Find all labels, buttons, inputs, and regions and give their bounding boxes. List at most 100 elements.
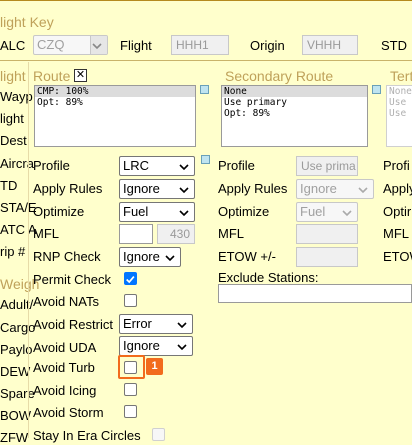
avoid-restrict-value: Error	[123, 316, 152, 331]
exclude-stations-label: Exclude Stations:	[218, 270, 319, 285]
etow-label: ETOW +/-	[218, 249, 276, 264]
weight-label-1: Cargo	[0, 320, 36, 335]
route-option[interactable]: Opt: 89%	[35, 97, 195, 108]
secondary-route-section-title: Secondary Route	[225, 68, 334, 84]
top-border	[0, 0, 412, 1]
avoid-storm-label: Avoid Storm	[33, 405, 104, 420]
avoid-icing-checkbox[interactable]	[124, 383, 137, 396]
tertiary-route-option[interactable]: None	[387, 86, 412, 97]
stay-era-circles-label: Stay In Era Circles	[33, 428, 141, 443]
chevron-down-icon	[358, 187, 368, 194]
left-strip-separator	[28, 62, 29, 438]
secondary-route-expand-icon[interactable]	[372, 85, 381, 94]
tertiary-optimize-label: Optir	[383, 204, 412, 219]
tertiary-profile-label: Profi	[383, 158, 410, 173]
checkmark-icon	[126, 275, 135, 284]
chevron-down-icon	[179, 210, 189, 217]
chevron-down-icon	[165, 255, 175, 262]
left-label-4: TD	[0, 178, 18, 193]
exclude-stations-input[interactable]	[218, 284, 412, 303]
tertiary-route-section-title: Tert	[390, 68, 412, 84]
permit-check-label: Permit Check	[33, 272, 112, 287]
secondary-apply-rules-label: Apply Rules	[218, 181, 288, 196]
avoid-turb-label: Avoid Turb	[33, 360, 95, 375]
apply-rules-value: Ignore	[123, 181, 160, 196]
left-label-6: ATC A	[0, 222, 37, 237]
profile-value: LRC	[123, 158, 150, 173]
secondary-optimize-value: Fuel	[300, 204, 326, 219]
secondary-route-option[interactable]: Use primary	[222, 97, 367, 108]
alc-label: ALC	[0, 38, 26, 53]
tertiary-etow-label: ETOW	[383, 249, 412, 264]
permit-check-checkbox[interactable]	[124, 272, 137, 285]
flight-key-section-title: light Key	[0, 14, 54, 30]
avoid-uda-value: Ignore	[123, 338, 160, 353]
mfl-readonly-field: 430	[157, 224, 195, 244]
avoid-nats-label: Avoid NATs	[33, 294, 99, 309]
route-option[interactable]: CMP: 100%	[35, 86, 195, 97]
avoid-uda-label: Avoid UDA	[33, 340, 97, 355]
avoid-restrict-label: Avoid Restrict	[33, 317, 113, 332]
secondary-route-option[interactable]: Opt: 89%	[222, 108, 367, 119]
alc-select[interactable]: CZQ	[33, 35, 108, 55]
chevron-down-icon	[179, 164, 189, 171]
chevron-down-icon	[177, 344, 187, 351]
avoid-nats-checkbox[interactable]	[124, 294, 137, 307]
apply-rules-label: Apply Rules	[33, 181, 103, 196]
rnp-check-value: Ignore	[123, 249, 160, 264]
avoid-restrict-select[interactable]: Error	[119, 314, 193, 334]
route-expand-icon[interactable]	[200, 85, 209, 94]
tertiary-mfl-label: MFL	[383, 226, 409, 241]
optimize-label: Optimize	[33, 204, 85, 219]
weight-label-3: DEW	[0, 364, 31, 379]
secondary-apply-rules-select[interactable]: Ignore	[296, 179, 374, 199]
chevron-down-icon	[92, 43, 102, 50]
avoid-uda-select[interactable]: Ignore	[119, 336, 193, 356]
left-label-1: light	[0, 111, 24, 126]
route-listbox[interactable]: CMP: 100% Opt: 89%	[34, 85, 196, 147]
stay-era-circles-checkbox[interactable]	[152, 428, 165, 441]
mfl-label: MFL	[33, 226, 59, 241]
avoid-turb-checkbox[interactable]	[124, 361, 137, 374]
mfl-input[interactable]	[119, 224, 153, 244]
secondary-apply-rules-value: Ignore	[300, 181, 337, 196]
weight-label-5: BOW	[0, 408, 32, 423]
secondary-route-listbox[interactable]: None Use primary Opt: 89%	[221, 85, 368, 147]
secondary-mfl-field	[296, 224, 358, 244]
secondary-optimize-select[interactable]: Fuel	[296, 202, 358, 222]
tertiary-route-listbox[interactable]: None Use Use	[386, 85, 412, 147]
tertiary-route-option[interactable]: Use	[387, 97, 412, 108]
std-label: STD	[381, 38, 407, 53]
alc-value: CZQ	[37, 37, 65, 52]
profile-select[interactable]: LRC	[119, 156, 195, 176]
flight-section-title: light	[0, 68, 26, 84]
profile-expand-icon[interactable]	[201, 155, 210, 164]
optimize-value: Fuel	[123, 204, 149, 219]
secondary-mfl-label: MFL	[218, 226, 244, 241]
header-divider	[0, 60, 412, 61]
profile-label: Profile	[33, 158, 70, 173]
left-label-2: Dest	[0, 133, 27, 148]
chevron-down-icon	[179, 187, 189, 194]
origin-label: Origin	[250, 38, 285, 53]
avoid-icing-label: Avoid Icing	[33, 383, 97, 398]
secondary-optimize-label: Optimize	[218, 204, 270, 219]
rnp-check-select[interactable]: Ignore	[119, 247, 181, 267]
tertiary-apply-label: Apply	[383, 181, 412, 196]
secondary-profile-label: Profile	[218, 158, 255, 173]
rnp-check-label: RNP Check	[33, 249, 101, 264]
left-label-5: STA/E	[0, 200, 37, 215]
route-section-title: Route	[33, 68, 71, 84]
optimize-select[interactable]: Fuel	[119, 202, 195, 222]
tertiary-route-option[interactable]: Use	[387, 108, 412, 119]
annotation-badge: 1	[146, 358, 163, 375]
avoid-storm-checkbox[interactable]	[124, 405, 137, 418]
etow-field	[296, 247, 358, 267]
route-close-button[interactable]: ✕	[74, 69, 87, 82]
chevron-down-icon	[177, 322, 187, 329]
secondary-route-option[interactable]: None	[222, 86, 367, 97]
apply-rules-select[interactable]: Ignore	[119, 179, 195, 199]
origin-field[interactable]: VHHH	[302, 35, 358, 55]
flight-field[interactable]: HHH1	[171, 35, 229, 55]
flight-label: Flight	[120, 38, 152, 53]
